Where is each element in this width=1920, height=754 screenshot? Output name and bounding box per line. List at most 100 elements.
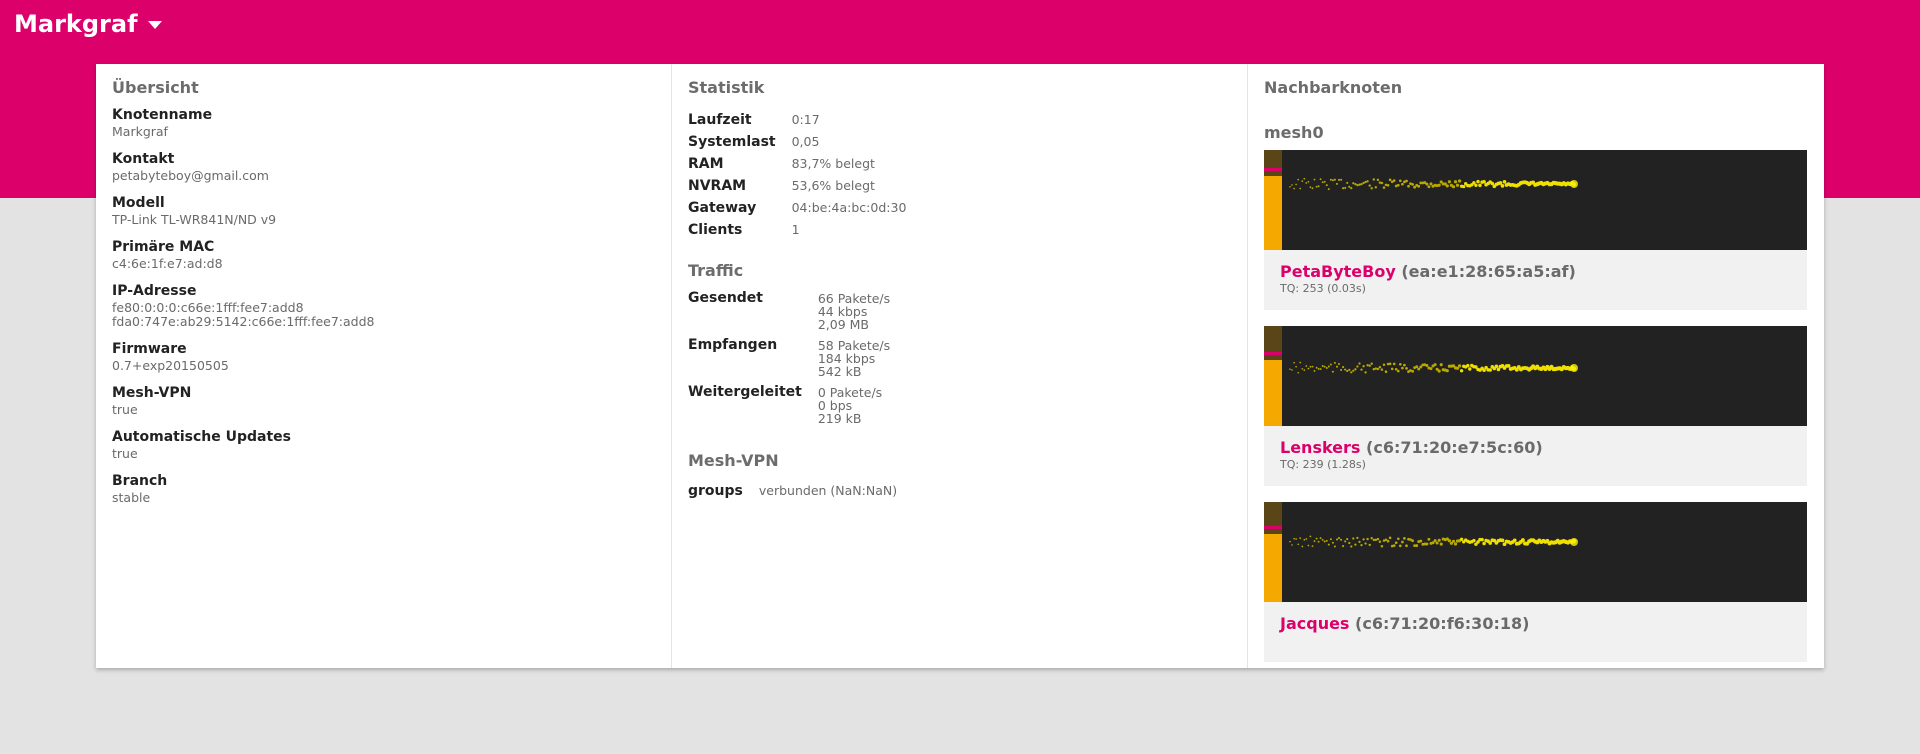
signal-trail-dot (1356, 536, 1359, 540)
signal-trail-dot (1425, 182, 1429, 186)
signal-trail-dot (1342, 545, 1345, 548)
signal-trail-dot (1394, 367, 1398, 371)
chevron-down-icon (147, 21, 162, 29)
signal-trail-dot (1378, 365, 1382, 369)
signal-trail-dot (1368, 543, 1371, 547)
value-ip-address-2: fda0:747e:ab29:5142:c66e:1fff:fee7:add8 (112, 314, 375, 329)
signal-trail-dot (1358, 183, 1361, 186)
signal-trail-dot (1354, 182, 1357, 186)
signal-trail-dot (1425, 364, 1429, 367)
signal-trail-dot (1321, 181, 1324, 184)
signal-trail-dot (1382, 363, 1386, 367)
signal-graph (1264, 502, 1807, 602)
signal-trail-dot (1299, 537, 1302, 539)
neighbour-mac: (ea:e1:28:65:a5:af) (1401, 262, 1576, 281)
signal-peak-marker (1264, 168, 1282, 171)
signal-trail-dot (1350, 545, 1353, 548)
label-node-name: Knotenname (112, 107, 213, 123)
mesh-vpn-table: groups verbunden (NaN:NaN) (688, 480, 897, 502)
node-selector[interactable]: Markgraf (14, 10, 162, 38)
neighbour-info: Lenskers (c6:71:20:e7:5c:60) TQ: 239 (1.… (1264, 426, 1807, 486)
signal-trail-dot (1433, 363, 1437, 367)
signal-current-dot (1570, 364, 1578, 372)
signal-trail-dot (1319, 368, 1322, 371)
signal-trail-dot (1350, 187, 1353, 190)
signal-trail-dot (1295, 183, 1297, 186)
signal-level-fill (1264, 176, 1282, 250)
signal-trail-dot (1445, 369, 1449, 373)
value-contact: petabyteboy@gmail.com (112, 168, 269, 183)
node-title: Markgraf (14, 10, 138, 38)
traffic-row: Weitergeleitet 0 Pakete/s 0 bps 219 kB (688, 384, 890, 431)
signal-trail-dot (1293, 361, 1295, 364)
signal-trail-dot (1451, 185, 1456, 189)
signal-peak-marker (1264, 526, 1282, 529)
signal-trail-dot (1437, 183, 1441, 187)
signal-trail-dot (1401, 182, 1404, 186)
stat-value: 53,6% belegt (791, 178, 875, 193)
signal-trail-dot (1478, 183, 1482, 188)
signal-trail-dot (1413, 185, 1417, 189)
label-model: Modell (112, 195, 165, 211)
signal-trail-dot (1327, 365, 1330, 368)
signal-trail-dot (1352, 537, 1355, 540)
signal-trail-dot (1346, 538, 1349, 541)
signal-trail-dot (1482, 180, 1486, 184)
signal-trail-dot (1307, 367, 1310, 370)
signal-trail-dot (1309, 186, 1312, 189)
signal-trail-dot (1348, 541, 1351, 545)
signal-trail-dot (1303, 177, 1306, 180)
signal-graph (1264, 150, 1807, 250)
signal-trail-dot (1366, 537, 1369, 541)
statistics-table: Laufzeit 0:17 Systemlast 0,05 RAM 83,7% … (688, 109, 906, 241)
stat-value: 83,7% belegt (791, 156, 875, 171)
signal-trail-dot (1297, 371, 1300, 374)
stat-row: Gateway 04:be:4a:bc:0d:30 (688, 197, 906, 219)
stat-label: Laufzeit (688, 112, 752, 128)
signal-trail-dot (1403, 363, 1406, 367)
signal-trail-dot (1392, 544, 1396, 547)
signal-trail-dot (1378, 540, 1382, 544)
signal-trail-dot (1335, 182, 1339, 185)
signal-trail-dot (1340, 538, 1343, 541)
signal-trail-dot (1453, 180, 1458, 184)
signal-trail-dot (1360, 182, 1363, 186)
signal-trail-dot (1415, 544, 1419, 548)
signal-trail-dot (1297, 543, 1300, 546)
value-primary-mac: c4:6e:1f:e7:ad:d8 (112, 256, 223, 271)
signal-trail-dot (1323, 180, 1326, 183)
traffic-value: 58 Pakete/s 184 kbps 542 kB (818, 337, 890, 384)
signal-trail-dot (1396, 369, 1400, 373)
signal-trail-dot (1305, 538, 1308, 540)
signal-trail-dot (1350, 371, 1353, 374)
neighbour-link[interactable]: Jacques (1280, 614, 1349, 633)
signal-trail-dot (1386, 184, 1390, 187)
signal-trail-dot (1346, 369, 1349, 373)
signal-trail-dot (1337, 362, 1341, 366)
neighbour-link[interactable]: PetaByteBoy (1280, 262, 1396, 281)
stat-label: Systemlast (688, 134, 776, 150)
main-panel: Übersicht Knotenname Markgraf Kontakt pe… (96, 64, 1824, 668)
value-ip-address: fe80:0:0:0:c66e:1fff:fee7:add8 fda0:747e… (112, 301, 655, 329)
neighbour-link[interactable]: Lenskers (1280, 438, 1360, 457)
signal-trail-dot (1394, 541, 1398, 545)
stat-row: Clients 1 (688, 219, 906, 241)
signal-trail-dot (1445, 184, 1449, 188)
signal-trail-dot (1384, 538, 1388, 542)
signal-trail-dot (1313, 540, 1316, 543)
signal-trail-dot (1358, 540, 1361, 544)
traffic-value: 0 Pakete/s 0 bps 219 kB (818, 384, 890, 431)
signal-trail-dot (1459, 537, 1464, 541)
signal-trail-dot (1370, 362, 1373, 365)
signal-current-dot (1570, 538, 1578, 546)
signal-trail-dot (1415, 365, 1419, 369)
signal-trail-dot (1380, 368, 1384, 371)
signal-trail-dot (1289, 368, 1291, 370)
signal-trail-dot (1348, 185, 1351, 188)
mesh-vpn-label: groups (688, 483, 743, 499)
neighbour-mac: (c6:71:20:f6:30:18) (1355, 614, 1530, 633)
neighbour-card: Lenskers (c6:71:20:e7:5c:60) TQ: 239 (1.… (1264, 326, 1807, 486)
signal-trail-dot (1362, 181, 1365, 185)
signal-trail-dot (1358, 362, 1361, 365)
value-model: TP-Link TL-WR841N/ND v9 (112, 212, 277, 227)
